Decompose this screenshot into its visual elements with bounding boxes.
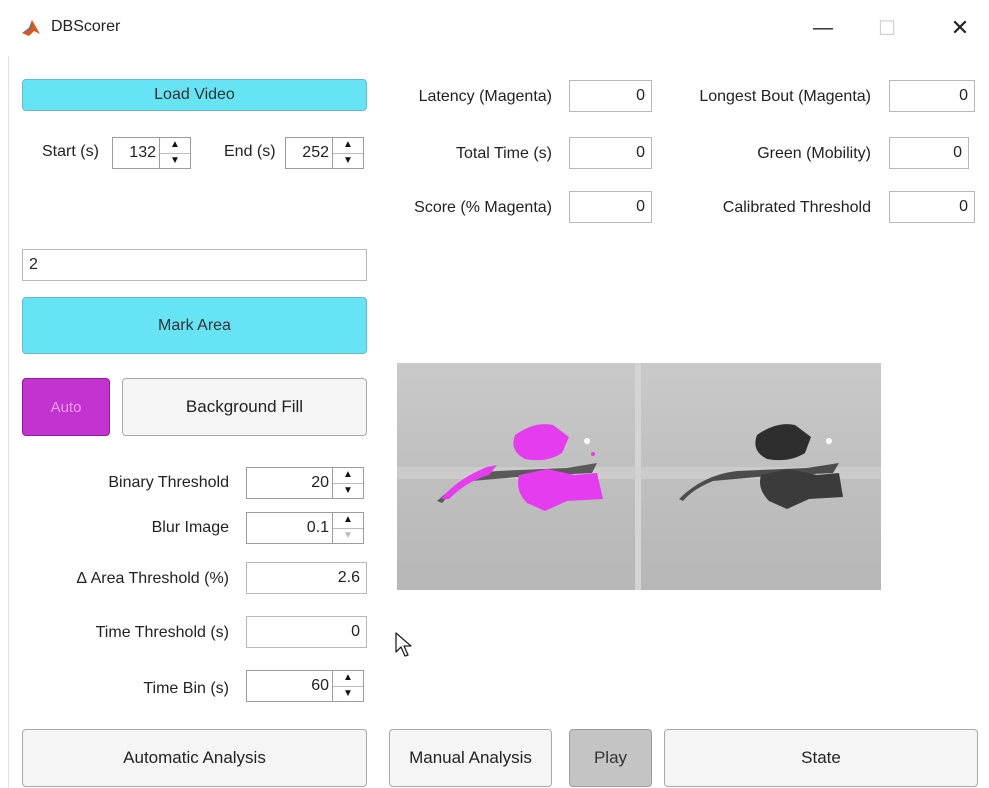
score-label: Score (% Magenta) bbox=[414, 199, 552, 216]
time-bin-label: Time Bin (s) bbox=[143, 680, 229, 697]
time-threshold-field[interactable]: 0 bbox=[246, 616, 367, 648]
green-mobility-label: Green (Mobility) bbox=[757, 145, 871, 162]
time-threshold-label: Time Threshold (s) bbox=[95, 624, 229, 641]
spinner-down-icon[interactable]: ▼ bbox=[333, 152, 363, 169]
state-button[interactable]: State bbox=[664, 729, 978, 787]
total-time-field[interactable]: 0 bbox=[569, 137, 652, 169]
spinner-down-icon[interactable]: ▼ bbox=[160, 152, 190, 169]
binary-threshold-value: 20 bbox=[311, 474, 329, 491]
end-value: 252 bbox=[302, 144, 329, 161]
manual-analysis-button[interactable]: Manual Analysis bbox=[389, 729, 552, 787]
play-button[interactable]: Play bbox=[569, 729, 652, 787]
automatic-analysis-button[interactable]: Automatic Analysis bbox=[22, 729, 367, 787]
auto-button[interactable]: Auto bbox=[22, 378, 110, 436]
end-spinner[interactable]: 252 ▲ ▼ bbox=[285, 137, 364, 169]
start-value: 132 bbox=[129, 144, 156, 161]
spinner-down-icon[interactable]: ▼ bbox=[333, 685, 363, 702]
spinner-up-icon[interactable]: ▲ bbox=[333, 468, 363, 483]
green-mobility-field[interactable]: 0 bbox=[889, 137, 969, 169]
longest-bout-field[interactable]: 0 bbox=[889, 80, 975, 112]
end-label: End (s) bbox=[224, 143, 276, 160]
latency-label: Latency (Magenta) bbox=[418, 88, 552, 105]
total-time-label: Total Time (s) bbox=[455, 145, 552, 162]
calibrated-threshold-label: Calibrated Threshold bbox=[722, 199, 871, 216]
area-threshold-field[interactable]: 2.6 bbox=[246, 562, 367, 594]
window-edge bbox=[8, 56, 9, 788]
latency-field[interactable]: 0 bbox=[569, 80, 652, 112]
longest-bout-label: Longest Bout (Magenta) bbox=[699, 88, 871, 105]
close-icon[interactable]: ✕ bbox=[940, 10, 980, 46]
calibrated-threshold-field[interactable]: 0 bbox=[889, 191, 975, 223]
blur-image-label: Blur Image bbox=[151, 519, 229, 536]
background-fill-button[interactable]: Background Fill bbox=[122, 378, 367, 436]
binary-threshold-spinner[interactable]: 20 ▲ ▼ bbox=[246, 467, 364, 499]
spinner-down-icon[interactable]: ▼ bbox=[333, 527, 363, 544]
area-threshold-label: Δ Area Threshold (%) bbox=[76, 570, 229, 587]
blur-image-spinner[interactable]: 0.1 ▲ ▼ bbox=[246, 512, 364, 544]
video-preview bbox=[397, 363, 881, 590]
load-video-button[interactable]: Load Video bbox=[22, 79, 367, 111]
spinner-up-icon[interactable]: ▲ bbox=[333, 138, 363, 153]
binary-threshold-label: Binary Threshold bbox=[108, 474, 229, 491]
time-bin-value: 60 bbox=[311, 677, 329, 694]
start-spinner[interactable]: 132 ▲ ▼ bbox=[112, 137, 191, 169]
minimize-icon[interactable]: — bbox=[803, 10, 843, 46]
mark-area-button[interactable]: Mark Area bbox=[22, 297, 367, 354]
start-label: Start (s) bbox=[42, 143, 99, 160]
time-bin-spinner[interactable]: 60 ▲ ▼ bbox=[246, 670, 364, 702]
spinner-down-icon[interactable]: ▼ bbox=[333, 482, 363, 499]
spinner-up-icon[interactable]: ▲ bbox=[333, 671, 363, 686]
mouse-pointer-icon bbox=[395, 632, 415, 658]
spinner-up-icon[interactable]: ▲ bbox=[160, 138, 190, 153]
frame-input[interactable]: 2 bbox=[22, 249, 367, 281]
blur-image-value: 0.1 bbox=[306, 519, 329, 536]
spinner-up-icon[interactable]: ▲ bbox=[333, 513, 363, 528]
window-title: DBScorer bbox=[51, 18, 121, 35]
matlab-icon bbox=[20, 17, 42, 39]
score-field[interactable]: 0 bbox=[569, 191, 652, 223]
maximize-icon[interactable]: ☐ bbox=[867, 10, 907, 46]
